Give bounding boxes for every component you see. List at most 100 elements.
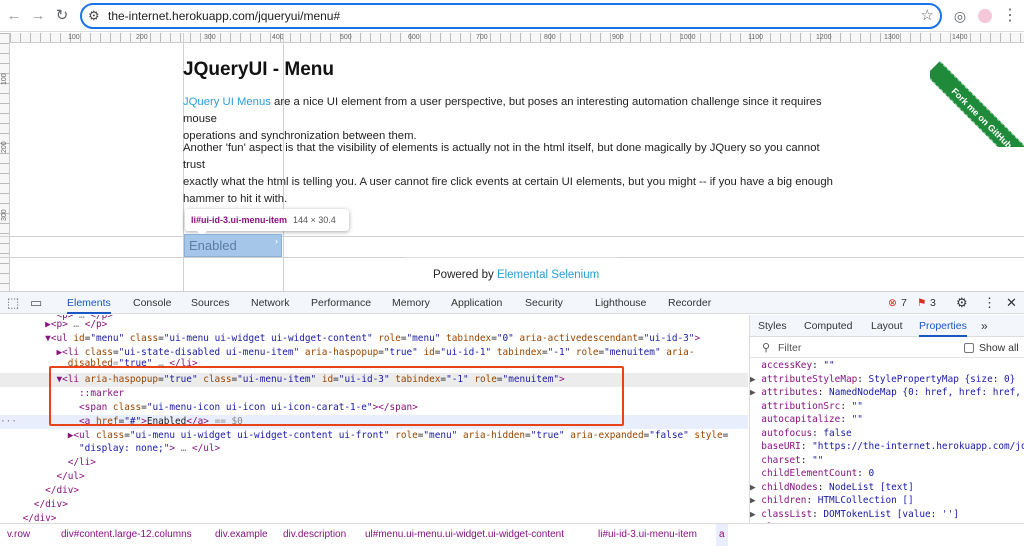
dom-line[interactable]: </div> bbox=[0, 484, 748, 498]
github-ribbon[interactable]: Fork me on GitHub bbox=[930, 33, 1024, 147]
tab-performance[interactable]: Performance bbox=[311, 292, 371, 314]
tab-sources[interactable]: Sources bbox=[191, 292, 230, 314]
back-icon[interactable]: ← bbox=[4, 6, 24, 26]
expand-icon[interactable]: ▶ bbox=[750, 495, 761, 506]
property-row[interactable]: ▶ children: HTMLCollection [] bbox=[750, 494, 1024, 508]
device-toggle-icon[interactable]: ▭ bbox=[30, 292, 42, 314]
expand-icon[interactable] bbox=[750, 414, 761, 425]
dom-line[interactable]: ▼<ul id="menu" class="ui-menu ui-widget … bbox=[0, 332, 748, 346]
close-devtools-icon[interactable]: ✕ bbox=[1006, 292, 1017, 314]
extension-icon[interactable]: ◎ bbox=[950, 6, 970, 26]
url-text[interactable]: the-internet.herokuapp.com/jqueryui/menu… bbox=[108, 8, 340, 24]
tab-application[interactable]: Application bbox=[451, 292, 502, 314]
tab-recorder[interactable]: Recorder bbox=[668, 292, 711, 314]
ruler-tick-label: 300 bbox=[204, 34, 216, 41]
breadcrumb-item[interactable]: a bbox=[716, 524, 728, 546]
breadcrumb-item[interactable]: v.row bbox=[4, 524, 33, 546]
show-all-checkbox[interactable] bbox=[964, 343, 974, 353]
error-icon[interactable]: ⊗ bbox=[888, 292, 897, 314]
forward-icon[interactable]: → bbox=[28, 6, 48, 26]
tab-console[interactable]: Console bbox=[133, 292, 172, 314]
devtools-menu-icon[interactable]: ⋮ bbox=[983, 292, 996, 314]
bookmark-star-icon[interactable]: ☆ bbox=[921, 6, 934, 26]
ruler-tick-label: 1000 bbox=[680, 34, 696, 41]
horizontal-ruler bbox=[0, 33, 1024, 43]
footer-text: Powered by Elemental Selenium bbox=[433, 269, 599, 281]
expand-icon[interactable]: ▶ bbox=[750, 482, 761, 493]
site-info-icon[interactable]: ⚙ bbox=[88, 7, 100, 25]
dom-line[interactable]: </div> bbox=[0, 512, 748, 523]
warning-icon[interactable]: ⚑ bbox=[917, 292, 926, 314]
property-row[interactable]: autocapitalize: "" bbox=[750, 413, 1024, 427]
property-value: NamedNodeMap {0: href, href: href, bbox=[829, 387, 1021, 398]
dom-line[interactable]: </li> bbox=[0, 456, 748, 470]
ruler-tick-label: 400 bbox=[272, 34, 284, 41]
dom-line[interactable]: "display: none;"> … </ul> bbox=[0, 442, 748, 456]
tab-network[interactable]: Network bbox=[251, 292, 290, 314]
property-key: attributes bbox=[761, 387, 818, 398]
property-colon: : bbox=[857, 468, 869, 479]
expand-icon[interactable] bbox=[750, 468, 761, 479]
menu-item-enabled[interactable]: Enabled › bbox=[184, 234, 282, 257]
property-row[interactable]: autofocus: false bbox=[750, 427, 1024, 441]
ruler-tick-label: 900 bbox=[612, 34, 624, 41]
dom-line[interactable]: </div> bbox=[0, 498, 748, 512]
sidebar-tab-styles[interactable]: Styles bbox=[758, 315, 787, 337]
jquery-ui-menus-link[interactable]: JQuery UI Menus bbox=[183, 96, 271, 108]
ruler-tick-label: 700 bbox=[476, 34, 488, 41]
ruler-tick-label: 300 bbox=[1, 209, 8, 221]
dom-line[interactable]: </ul> bbox=[0, 470, 748, 484]
more-tabs-icon[interactable]: » bbox=[981, 315, 988, 337]
dom-line[interactable]: ▶<p> … </p> bbox=[0, 318, 748, 332]
reload-icon[interactable]: ↻ bbox=[52, 6, 72, 26]
menu-item-label[interactable]: Enabled bbox=[189, 238, 237, 253]
property-row[interactable]: ▶ attributeStyleMap: StylePropertyMap {s… bbox=[750, 373, 1024, 387]
breadcrumb-item[interactable]: div.example bbox=[212, 524, 271, 546]
ruler-tick-label: 1100 bbox=[748, 34, 764, 41]
tab-security[interactable]: Security bbox=[525, 292, 563, 314]
sidebar-tab-properties[interactable]: Properties bbox=[919, 315, 967, 337]
filter-input[interactable]: Filter bbox=[778, 342, 801, 354]
sidebar-tab-layout[interactable]: Layout bbox=[871, 315, 903, 337]
breadcrumb-item[interactable]: ul#menu.ui-menu.ui-widget.ui-widget-cont… bbox=[362, 524, 567, 546]
breadcrumb-item[interactable]: div#content.large-12.columns bbox=[58, 524, 195, 546]
github-ribbon-text[interactable]: Fork me on GitHub bbox=[930, 61, 1024, 147]
elemental-selenium-link[interactable]: Elemental Selenium bbox=[497, 269, 599, 281]
breadcrumb-item[interactable]: div.description bbox=[280, 524, 349, 546]
breadcrumb: v.row div#content.large-12.columns div.exa… bbox=[0, 523, 1024, 546]
expand-icon[interactable]: ▶ bbox=[750, 509, 761, 520]
expand-icon[interactable] bbox=[750, 455, 761, 466]
expand-icon[interactable]: ▶ bbox=[750, 374, 761, 385]
sidebar-tab-computed[interactable]: Computed bbox=[804, 315, 852, 337]
property-row[interactable]: accessKey: "" bbox=[750, 359, 1024, 373]
profile-avatar-icon[interactable] bbox=[975, 6, 995, 26]
tab-memory[interactable]: Memory bbox=[392, 292, 430, 314]
breadcrumb-item[interactable]: li#ui-id-3.ui-menu-item bbox=[595, 524, 700, 546]
property-row[interactable]: childElementCount: 0 bbox=[750, 467, 1024, 481]
warning-count[interactable]: 3 bbox=[930, 292, 936, 314]
property-key: autocapitalize bbox=[761, 414, 841, 425]
expand-icon[interactable]: ▶ bbox=[750, 387, 761, 398]
dom-line[interactable]: ▶<ul class="ui-menu ui-widget ui-widget-… bbox=[0, 429, 748, 443]
tab-elements[interactable]: Elements bbox=[67, 292, 111, 314]
para2-line2: exactly what the html is telling you. A … bbox=[183, 176, 833, 188]
property-row[interactable]: baseURI: "https://the-internet.herokuapp… bbox=[750, 440, 1024, 454]
settings-gear-icon[interactable]: ⚙ bbox=[956, 292, 968, 314]
tab-lighthouse[interactable]: Lighthouse bbox=[595, 292, 646, 314]
inspect-element-icon[interactable]: ⬚ bbox=[7, 292, 19, 314]
address-bar[interactable]: ⚙ the-internet.herokuapp.com/jqueryui/me… bbox=[80, 3, 942, 29]
expand-icon[interactable] bbox=[750, 360, 761, 371]
property-row[interactable]: attributionSrc: "" bbox=[750, 400, 1024, 414]
property-key: accessKey bbox=[761, 360, 813, 371]
expand-icon[interactable] bbox=[750, 441, 761, 452]
expand-icon[interactable] bbox=[750, 428, 761, 439]
expand-icon[interactable] bbox=[750, 401, 761, 412]
para2-line1: Another 'fun' aspect is that the visibil… bbox=[183, 142, 820, 171]
error-count[interactable]: 7 bbox=[901, 292, 907, 314]
property-row[interactable]: charset: "" bbox=[750, 454, 1024, 468]
footer-divider bbox=[404, 257, 618, 258]
property-row[interactable]: ▶ childNodes: NodeList [text] bbox=[750, 481, 1024, 495]
menu-kebab-icon[interactable]: ⋮ bbox=[1000, 6, 1020, 26]
property-row[interactable]: ▶ classList: DOMTokenList [value: ''] bbox=[750, 508, 1024, 522]
property-row[interactable]: ▶ attributes: NamedNodeMap {0: href, hre… bbox=[750, 386, 1024, 400]
